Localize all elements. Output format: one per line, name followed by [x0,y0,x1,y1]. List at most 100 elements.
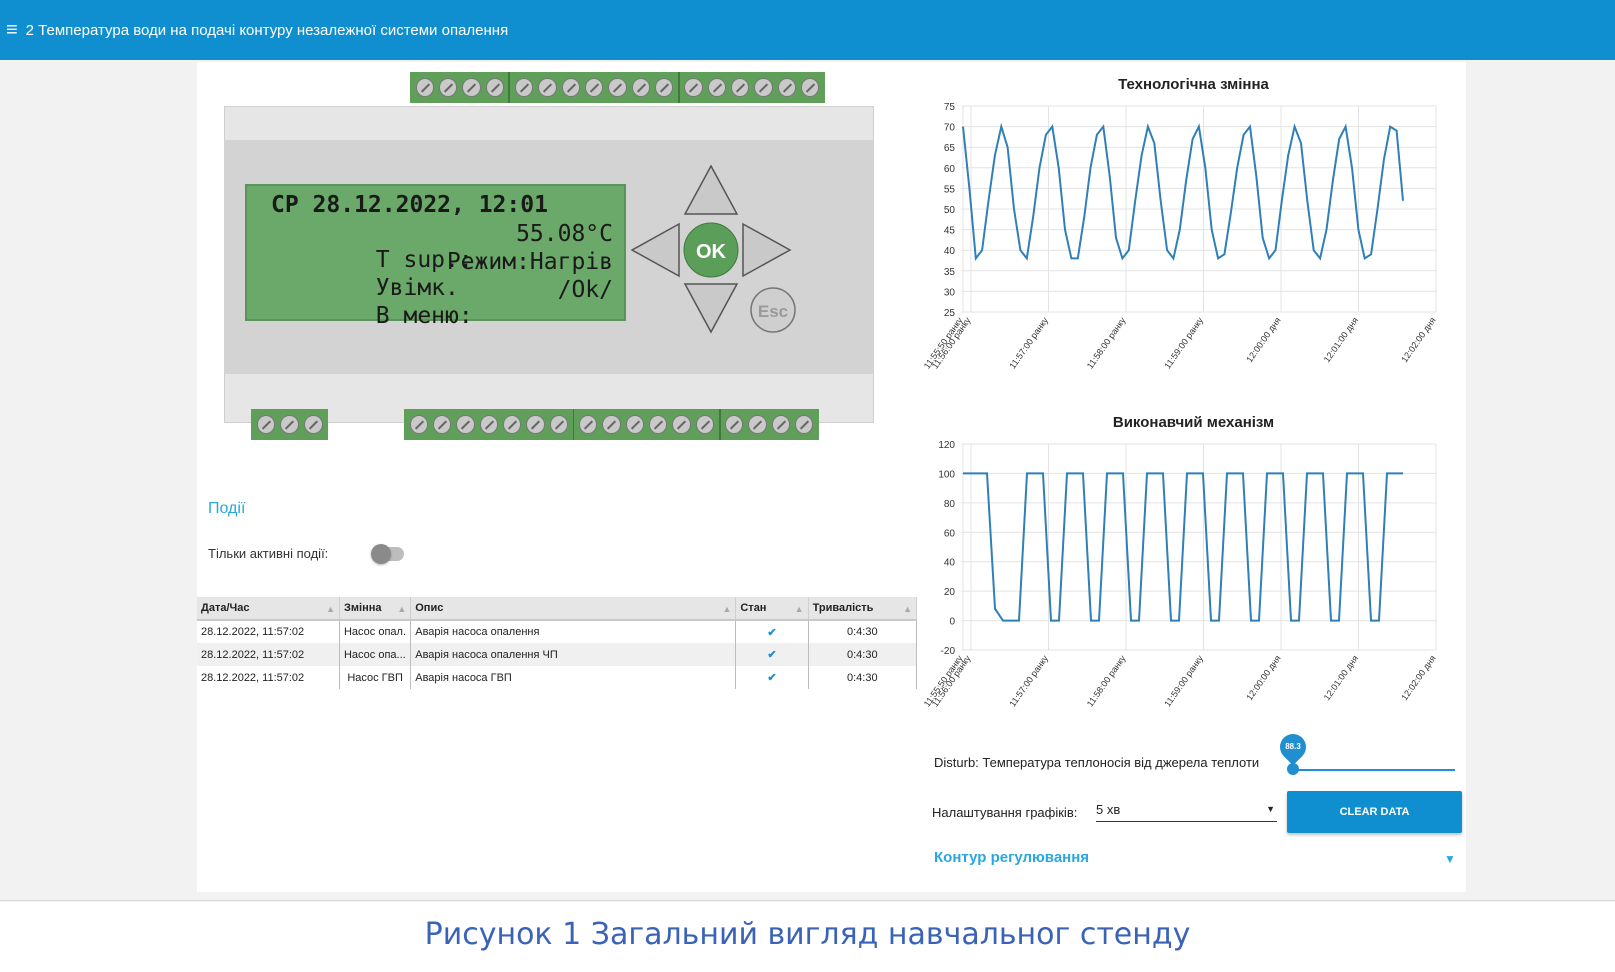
x-tick-label: 12:01:00 дня [1322,653,1360,702]
bottom-terminal-block [404,409,819,440]
x-tick-label: 12:00:00 дня [1244,653,1282,702]
clear-data-button[interactable]: CLEAR DATA [1287,791,1462,833]
arrow-down-button[interactable] [683,283,739,334]
lcd-line-date: СР 28.12.2022, 12:01 [271,192,548,218]
table-row[interactable]: 28.12.2022, 11:57:02 Насос опал. Аварія … [197,620,918,643]
active-events-toggle-label: Тільки активні події: [208,546,329,561]
right-panel: Технологічна змінна 25 30 35 40 45 50 55 60 65 70… [921,62,1466,892]
y-tick-label: 25 [944,308,956,319]
column-header-state[interactable]: Стан ▲ [735,597,809,621]
x-tick-label: 12:00:00 дня [1244,315,1282,364]
cell-datetime: 28.12.2022, 11:57:02 [197,643,340,666]
state-check-icon: ✔ [735,620,809,643]
esc-button-label: Esc [758,302,788,321]
ok-button-label: OK [696,241,727,263]
cell-datetime: 28.12.2022, 11:57:02 [197,666,340,689]
cell-duration: 0:4:30 [808,643,918,666]
y-tick-label: -20 [941,646,956,657]
column-header-datetime[interactable]: Дата/Час ▲ [197,597,340,621]
disturb-slider-label: Disturb: Температура теплоносія від джер… [934,755,1260,770]
x-tick-label: 11:57:00 ранку [1007,315,1050,371]
top-app-bar: ≡ 2 Температура води на подачі контуру н… [0,0,1615,60]
events-section-title[interactable]: Події [208,500,245,518]
y-tick-label: 65 [944,143,956,154]
y-tick-label: 35 [944,267,956,278]
process-variable-chart: 253035404550556065707511:55:50 ранку11:5… [922,102,1438,371]
bottom-left-terminal-block [251,409,328,440]
y-tick-label: 45 [944,226,956,237]
lcd-temp-value: 55.08°C [516,221,613,247]
x-tick-label: 11:58:00 ранку [1085,315,1128,371]
column-header-duration[interactable]: Тривалість ▲ [808,597,918,621]
page-title: 2 Температура води на подачі контуру нез… [25,21,509,39]
arrow-left-button[interactable] [630,222,680,278]
y-tick-label: 75 [944,102,956,113]
cell-datetime: 28.12.2022, 11:57:02 [197,620,340,643]
x-tick-label: 12:01:00 дня [1322,315,1360,364]
lcd-display: СР 28.12.2022, 12:01 T sup.: 55.08°C Уві… [245,184,626,329]
figure-caption: Рисунок 1 Загальний вигляд навчальног ст… [424,917,1191,952]
cell-duration: 0:4:30 [808,620,918,643]
x-tick-label: 11:57:00 ранку [1007,653,1050,709]
lcd-mode-value: Режим:Нагрів [446,249,613,275]
y-tick-label: 70 [944,123,956,134]
column-header-variable[interactable]: Змінна ▲ [339,597,412,621]
toggle-knob [371,544,391,564]
cell-variable: Насос опа... [339,643,412,666]
graph-settings-select[interactable]: 5 хв ▼ [1096,802,1277,822]
active-events-toggle[interactable] [371,544,404,564]
state-check-icon: ✔ [735,666,809,689]
disturb-slider-value: 88.3 [1285,742,1301,751]
disturb-slider-thumb[interactable] [1287,763,1299,775]
lcd-line-menu: В меню: /Ok/ [265,277,613,381]
controller-device: СР 28.12.2022, 12:01 T sup.: 55.08°C Уві… [197,62,921,502]
actuator-chart: -2002040608010012011:55:50 ранку11:56:00… [922,440,1438,709]
state-check-icon: ✔ [735,643,809,666]
left-panel: СР 28.12.2022, 12:01 T sup.: 55.08°C Уві… [197,62,921,892]
events-table: Дата/Час ▲ Змінна ▲ Опис ▲ Стан ▲ Тривалість… [197,597,918,689]
x-tick-label: 11:59:00 ранку [1162,315,1205,371]
dropdown-arrow-icon: ▼ [1266,804,1275,814]
y-tick-label: 30 [944,287,956,298]
control-loop-expander[interactable]: Контур регулювання [934,849,1089,866]
lcd-menu-value: /Ok/ [557,277,613,303]
cell-variable: Насос ГВП [339,666,412,689]
chart-title-process-variable: Технологічна змінна [1118,76,1269,93]
events-table-header: Дата/Час ▲ Змінна ▲ Опис ▲ Стан ▲ Тривалість… [197,597,918,621]
graph-settings-label: Налаштування графіків: [932,805,1078,820]
hamburger-menu-icon[interactable]: ≡ [6,20,18,40]
x-tick-label: 12:02:00 дня [1399,315,1437,364]
y-tick-label: 50 [944,205,956,216]
cell-duration: 0:4:30 [808,666,918,689]
arrow-up-button[interactable] [683,164,739,215]
y-tick-label: 80 [944,499,956,510]
disturb-slider-track[interactable] [1289,769,1455,771]
arrow-right-button[interactable] [742,222,792,278]
chevron-down-icon[interactable]: ▼ [1444,852,1456,866]
y-tick-label: 40 [944,558,956,569]
column-header-description[interactable]: Опис ▲ [410,597,737,621]
y-tick-label: 0 [949,617,955,628]
y-tick-label: 60 [944,528,956,539]
cell-description: Аварія насоса ГВП [410,666,737,689]
y-tick-label: 55 [944,184,956,195]
y-tick-label: 60 [944,164,956,175]
y-tick-label: 20 [944,587,956,598]
cell-variable: Насос опал. [339,620,412,643]
y-tick-label: 100 [938,469,955,480]
series-line [962,122,1404,262]
cell-description: Аварія насоса опалення ЧП [410,643,737,666]
lcd-menu-label: В меню: [375,303,473,329]
navigation-keypad: OK Esc [630,164,796,334]
table-row[interactable]: 28.12.2022, 11:57:02 Насос ГВП Аварія на… [197,666,918,689]
x-tick-label: 12:02:00 дня [1399,653,1437,702]
cell-description: Аварія насоса опалення [410,620,737,643]
caption-divider [0,900,1615,901]
chart-title-actuator: Виконавчий механізм [1112,414,1275,431]
table-row[interactable]: 28.12.2022, 11:57:02 Насос опа... Аварія… [197,643,918,666]
top-terminal-block [410,72,825,103]
series-line [963,472,1403,622]
x-tick-label: 11:59:00 ранку [1162,653,1205,709]
y-tick-label: 40 [944,246,956,257]
y-tick-label: 120 [938,440,955,451]
